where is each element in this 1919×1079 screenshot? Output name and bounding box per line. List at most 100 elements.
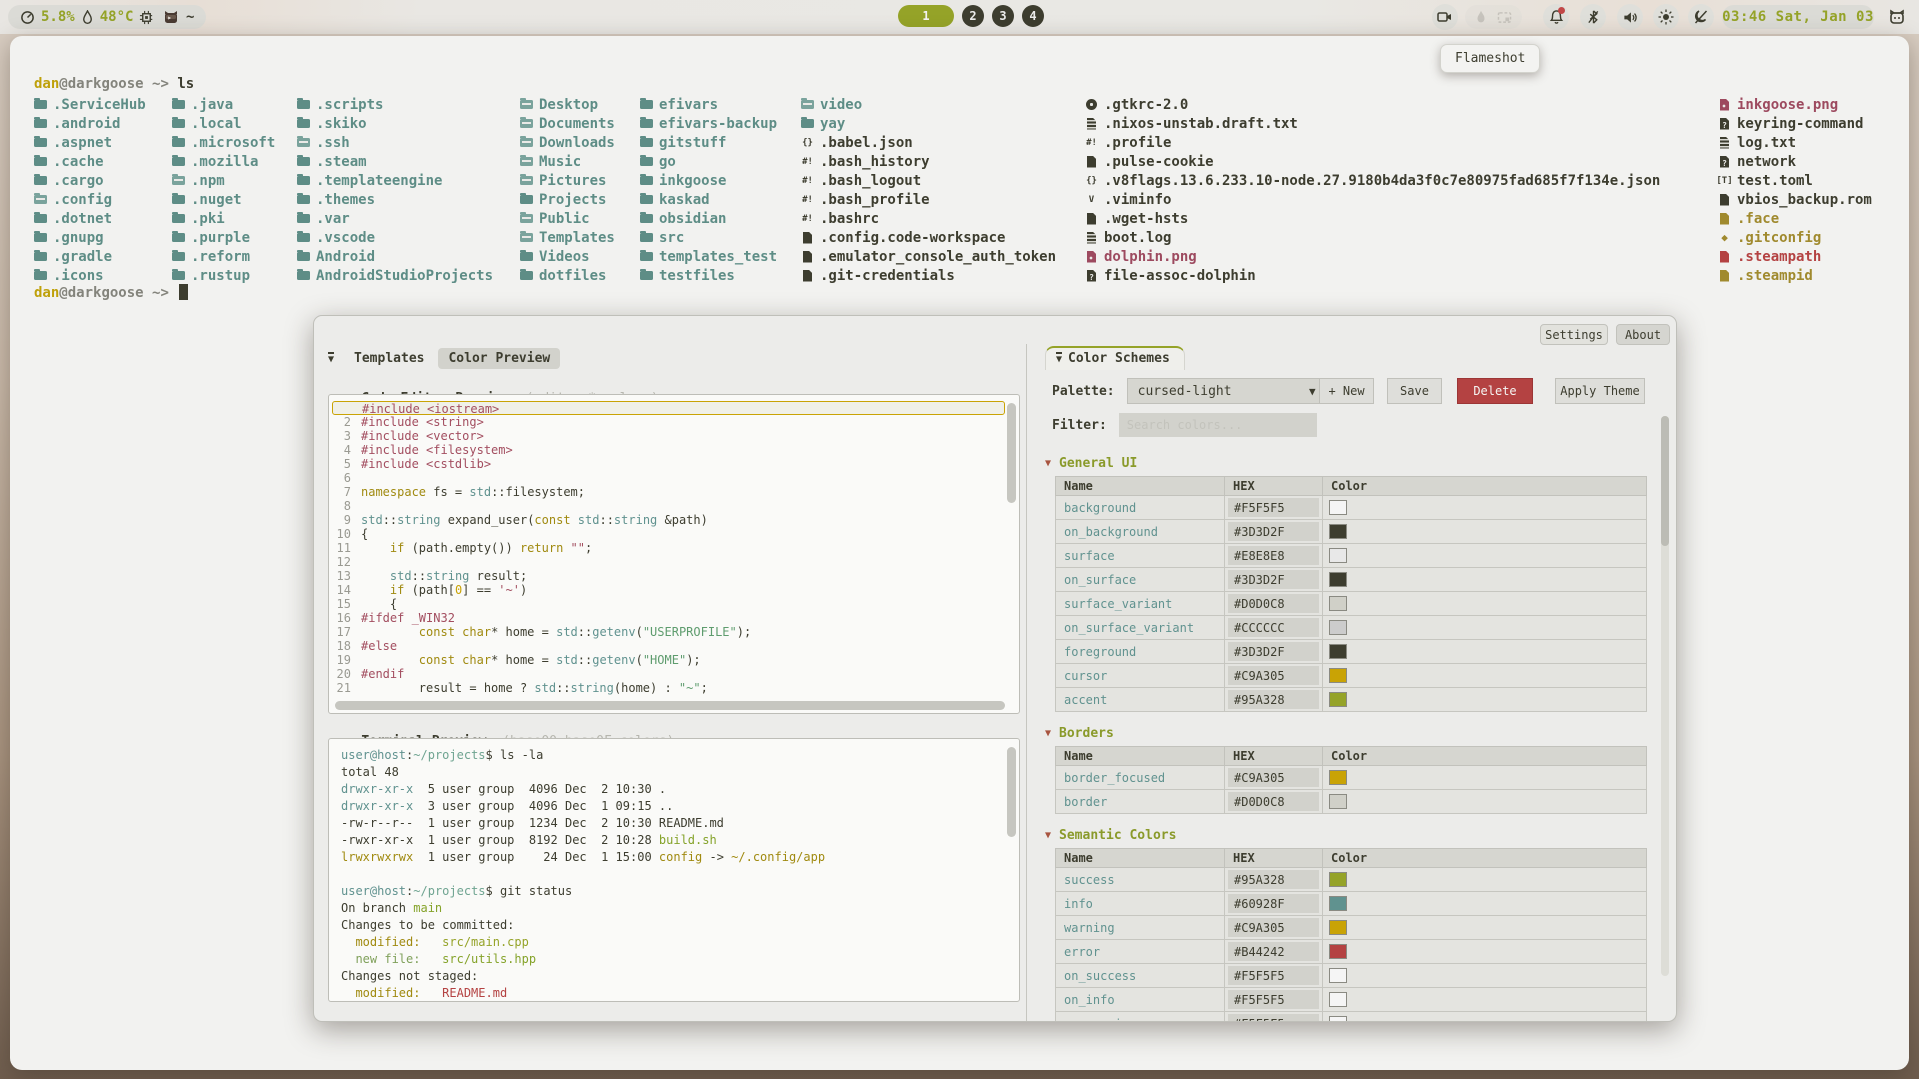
- file-item: inkgoose.png: [1718, 95, 1872, 114]
- volume-button[interactable]: [1617, 4, 1643, 30]
- hex-value[interactable]: #C9A305: [1228, 768, 1319, 787]
- color-swatch[interactable]: [1329, 944, 1347, 959]
- color-swatch[interactable]: [1329, 770, 1347, 785]
- workspace-3[interactable]: 3: [992, 5, 1014, 27]
- color-swatch[interactable]: [1329, 620, 1347, 635]
- color-swatch[interactable]: [1329, 644, 1347, 659]
- color-row[interactable]: on_warning#F5F5F5: [1056, 1012, 1647, 1023]
- color-swatch[interactable]: [1329, 872, 1347, 887]
- hex-value[interactable]: #B44242: [1228, 942, 1319, 961]
- hex-value[interactable]: #F5F5F5: [1228, 1014, 1319, 1022]
- code-horizontal-scrollbar[interactable]: [335, 701, 1005, 710]
- hex-value[interactable]: #C9A305: [1228, 666, 1319, 685]
- hex-value[interactable]: #D0D0C8: [1228, 594, 1319, 613]
- quest-icon: [1718, 118, 1731, 130]
- hex-value[interactable]: #F5F5F5: [1228, 498, 1319, 517]
- workspace-2[interactable]: 2: [962, 5, 984, 27]
- color-swatch[interactable]: [1329, 896, 1347, 911]
- color-swatch[interactable]: [1329, 992, 1347, 1007]
- hex-value[interactable]: #3D3D2F: [1228, 570, 1319, 589]
- apply-theme-button[interactable]: Apply Theme: [1555, 378, 1645, 404]
- color-name: on_success: [1056, 964, 1225, 988]
- color-row[interactable]: foreground#3D3D2F: [1056, 640, 1647, 664]
- color-row[interactable]: on_background#3D3D2F: [1056, 520, 1647, 544]
- color-swatch[interactable]: [1329, 572, 1347, 587]
- hex-value[interactable]: #60928F: [1228, 894, 1319, 913]
- line-number: 20: [329, 667, 361, 681]
- color-row[interactable]: accent#95A328: [1056, 688, 1647, 712]
- system-menu-button[interactable]: [1883, 4, 1911, 30]
- workspace-4[interactable]: 4: [1022, 5, 1044, 27]
- color-swatch[interactable]: [1329, 668, 1347, 683]
- hex-value[interactable]: #3D3D2F: [1228, 642, 1319, 661]
- color-swatch[interactable]: [1329, 920, 1347, 935]
- section-title[interactable]: ▼Semantic Colors: [1045, 828, 1655, 843]
- color-swatch[interactable]: [1329, 1016, 1347, 1022]
- screen-recorder-button[interactable]: [1432, 4, 1458, 30]
- color-row[interactable]: surface_variant#D0D0C8: [1056, 592, 1647, 616]
- terminal-prompt-line-2[interactable]: dan@darkgoose ~>: [34, 284, 188, 301]
- hex-value[interactable]: #F5F5F5: [1228, 966, 1319, 985]
- color-swatch[interactable]: [1329, 524, 1347, 539]
- color-swatch[interactable]: [1329, 596, 1347, 611]
- active-app-pill[interactable]: ~: [152, 5, 204, 29]
- color-row[interactable]: error#B44242: [1056, 940, 1647, 964]
- color-row[interactable]: on_info#F5F5F5: [1056, 988, 1647, 1012]
- color-row[interactable]: warning#C9A305: [1056, 916, 1647, 940]
- folder-icon: [297, 233, 310, 242]
- color-swatch[interactable]: [1329, 968, 1347, 983]
- color-swatch[interactable]: [1329, 500, 1347, 515]
- panel-scrollbar[interactable]: [1661, 416, 1669, 976]
- clock-pill[interactable]: 03:46 Sat, Jan 03: [1722, 5, 1874, 29]
- save-button[interactable]: Save: [1387, 378, 1442, 404]
- hex-value[interactable]: #E8E8E8: [1228, 546, 1319, 565]
- tab-color-schemes[interactable]: ▼Color Schemes: [1045, 346, 1185, 370]
- hex-value[interactable]: #C9A305: [1228, 918, 1319, 937]
- color-row[interactable]: border#D0D0C8: [1056, 790, 1647, 814]
- color-row[interactable]: border_focused#C9A305: [1056, 766, 1647, 790]
- color-section: ▼General UINameHEXColorbackground#F5F5F5…: [1033, 456, 1655, 712]
- section-collapse-icon[interactable]: ▼: [1045, 830, 1051, 841]
- code-editor-preview[interactable]: #include <iostream>2#include <string>3#i…: [328, 394, 1020, 714]
- bluetooth-button[interactable]: [1580, 4, 1606, 30]
- code-vertical-scrollbar[interactable]: [1007, 403, 1016, 503]
- tab-templates[interactable]: Templates: [344, 348, 434, 369]
- section-collapse-icon[interactable]: ▼: [1045, 728, 1051, 739]
- brightness-button[interactable]: [1653, 4, 1679, 30]
- notifications-button[interactable]: [1543, 4, 1569, 30]
- new-palette-button[interactable]: + New: [1319, 378, 1374, 404]
- color-swatch[interactable]: [1329, 548, 1347, 563]
- color-row[interactable]: on_surface#3D3D2F: [1056, 568, 1647, 592]
- color-swatch[interactable]: [1329, 692, 1347, 707]
- color-row[interactable]: on_success#F5F5F5: [1056, 964, 1647, 988]
- section-title[interactable]: ▼General UI: [1045, 456, 1655, 471]
- hex-value[interactable]: #D0D0C8: [1228, 792, 1319, 811]
- terminal-preview-line: modified: src/main.cpp: [341, 934, 1019, 951]
- terminal-vertical-scrollbar[interactable]: [1007, 747, 1016, 837]
- filter-input[interactable]: [1119, 413, 1317, 437]
- section-collapse-icon[interactable]: ▼: [1045, 458, 1051, 469]
- hex-value[interactable]: #CCCCCC: [1228, 618, 1319, 637]
- terminal-preview[interactable]: user@host:~/projects$ ls -latotal 48drwx…: [328, 738, 1020, 1002]
- color-row[interactable]: success#95A328: [1056, 868, 1647, 892]
- hex-value[interactable]: #95A328: [1228, 690, 1319, 709]
- inactive-tray-pill[interactable]: [1465, 5, 1522, 29]
- color-row[interactable]: cursor#C9A305: [1056, 664, 1647, 688]
- color-row[interactable]: background#F5F5F5: [1056, 496, 1647, 520]
- panel-scrollbar-thumb[interactable]: [1661, 416, 1669, 546]
- folder-icon: [520, 252, 533, 261]
- delete-button[interactable]: Delete: [1457, 378, 1533, 404]
- workspace-1[interactable]: 1: [898, 5, 954, 27]
- color-row[interactable]: surface#E8E8E8: [1056, 544, 1647, 568]
- hex-value[interactable]: #F5F5F5: [1228, 990, 1319, 1009]
- palette-select[interactable]: cursed-light ▼: [1127, 378, 1327, 404]
- collapse-icon[interactable]: ▼: [328, 352, 334, 365]
- section-title[interactable]: ▼Borders: [1045, 726, 1655, 741]
- color-swatch[interactable]: [1329, 794, 1347, 809]
- tab-color-preview[interactable]: Color Preview: [438, 348, 560, 369]
- color-row[interactable]: on_surface_variant#CCCCCC: [1056, 616, 1647, 640]
- hex-value[interactable]: #3D3D2F: [1228, 522, 1319, 541]
- color-row[interactable]: info#60928F: [1056, 892, 1647, 916]
- night-light-button[interactable]: [1688, 4, 1714, 30]
- hex-value[interactable]: #95A328: [1228, 870, 1319, 889]
